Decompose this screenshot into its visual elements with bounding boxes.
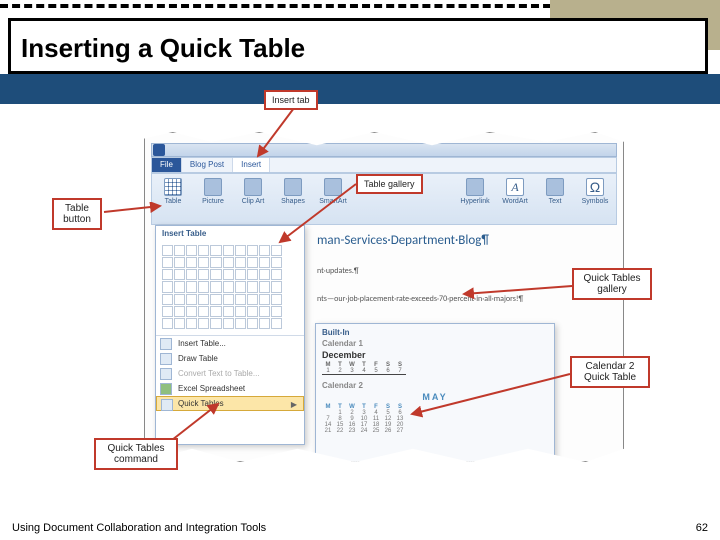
table-size-grid[interactable] [162, 245, 282, 329]
menu-draw-table[interactable]: Draw Table [156, 351, 304, 366]
callout-insert-tab: Insert tab [264, 90, 318, 110]
tab-insert[interactable]: Insert [233, 158, 270, 172]
doc-line-2: nts—our·job·placement·rate·exceeds·70·pe… [317, 294, 603, 304]
qt-built-in-label: Built-In [322, 328, 548, 337]
hyperlink-icon [466, 178, 484, 196]
callout-qt-gallery: Quick Tables gallery [572, 268, 652, 300]
quick-tables-icon [161, 399, 173, 411]
insert-table-icon [160, 338, 172, 350]
diagram-area: Insert tab Table button Table gallery Qu… [48, 92, 672, 496]
clip-art-button[interactable]: Clip Art [238, 178, 268, 205]
qt-cal2-month: MAY [322, 392, 548, 402]
symbols-button[interactable]: ΩSymbols [580, 178, 610, 205]
word-logo-icon [153, 144, 165, 156]
smartart-button[interactable]: SmartArt [318, 178, 348, 205]
hyperlink-button[interactable]: Hyperlink [460, 178, 490, 205]
tab-blog-post[interactable]: Blog Post [182, 158, 233, 172]
word-titlebar [151, 143, 617, 157]
qt-cal1-table: MTWTFSS 1234567 [322, 362, 406, 375]
slide-footer: Using Document Collaboration and Integra… [12, 522, 708, 534]
draw-table-icon [160, 353, 172, 365]
convert-icon [160, 368, 172, 380]
callout-cal2-qt: Calendar 2 Quick Table [570, 356, 650, 388]
menu-insert-table[interactable]: Insert Table... [156, 336, 304, 351]
callout-qt-command: Quick Tables command [94, 438, 178, 470]
callout-table-gallery: Table gallery [356, 174, 423, 194]
callout-table-button: Table button [52, 198, 102, 230]
slide-title-box: Inserting a Quick Table [8, 18, 708, 74]
omega-icon: Ω [586, 178, 604, 196]
text-button[interactable]: Text [540, 178, 570, 205]
table-icon [164, 178, 182, 196]
blue-band [0, 74, 720, 104]
table-dropdown-menu: Insert Table Insert Table... Draw Table … [155, 225, 305, 445]
picture-icon [204, 178, 222, 196]
footer-text: Using Document Collaboration and Integra… [12, 522, 266, 534]
qt-cal2-name: Calendar 2 [322, 381, 548, 390]
doc-line-1: nt·updates.¶ [317, 266, 603, 276]
excel-icon [160, 383, 172, 395]
wordart-button[interactable]: AWordArt [500, 178, 530, 205]
qt-cal1-month: December [322, 350, 548, 360]
picture-button[interactable]: Picture [198, 178, 228, 205]
shapes-button[interactable]: Shapes [278, 178, 308, 205]
text-icon [546, 178, 564, 196]
slide-title: Inserting a Quick Table [11, 21, 705, 76]
ribbon-tabs: File Blog Post Insert [151, 157, 617, 173]
submenu-arrow-icon: ▶ [291, 400, 297, 409]
doc-heading: man-Services·Department·Blog¶ [317, 233, 603, 248]
qt-cal2-table: MTWTFSS 123456 78910111213 1415161718192… [322, 404, 406, 434]
document-body: man-Services·Department·Blog¶ nt·updates… [317, 233, 603, 304]
table-menu-header: Insert Table [156, 226, 304, 241]
clip-art-icon [244, 178, 262, 196]
menu-quick-tables[interactable]: Quick Tables▶ [156, 396, 304, 411]
tab-file[interactable]: File [152, 158, 182, 172]
qt-calendar-1[interactable]: Calendar 1 December MTWTFSS 1234567 [322, 339, 548, 375]
shapes-icon [284, 178, 302, 196]
wordart-icon: A [506, 178, 524, 196]
qt-calendar-2[interactable]: Calendar 2 MAY MTWTFSS 123456 7891011121… [322, 381, 548, 434]
menu-convert-text[interactable]: Convert Text to Table... [156, 366, 304, 381]
qt-cal1-name: Calendar 1 [322, 339, 548, 348]
menu-excel-spreadsheet[interactable]: Excel Spreadsheet [156, 381, 304, 396]
page-number: 62 [696, 522, 708, 534]
smartart-icon [324, 178, 342, 196]
quick-tables-flyout: Built-In Calendar 1 December MTWTFSS 123… [315, 323, 555, 491]
table-button[interactable]: Table [158, 178, 188, 205]
